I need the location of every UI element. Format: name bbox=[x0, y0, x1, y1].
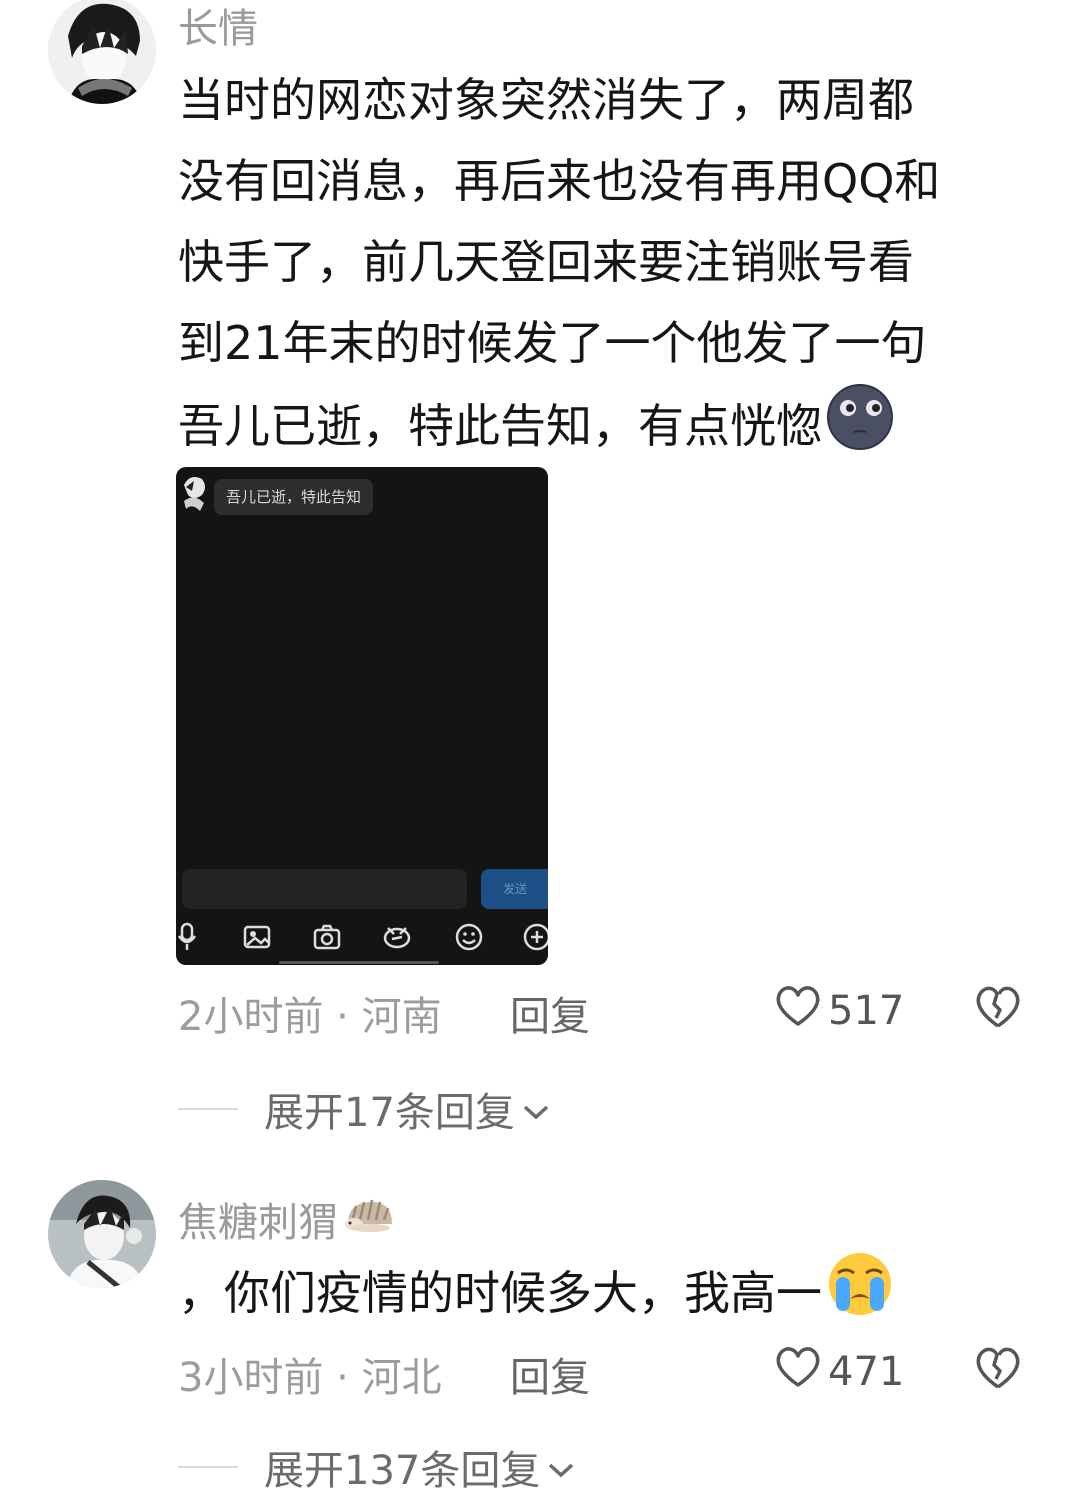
comment-text: ，你们疫情的时候多大，我高一 bbox=[178, 1251, 1038, 1342]
like-count: 471 bbox=[828, 1349, 905, 1395]
comment-line: 没有回消息，再后来也没有再用QQ和 bbox=[178, 154, 941, 208]
chevron-down-icon bbox=[546, 1444, 576, 1490]
like-button[interactable]: 471 bbox=[774, 1345, 904, 1399]
comment-image[interactable]: 吾儿已逝，特此告知 发送 bbox=[176, 467, 548, 965]
camera-icon bbox=[312, 922, 342, 956]
expand-replies-label: 展开17条回复 bbox=[264, 1090, 515, 1136]
expand-replies-label: 展开137条回复 bbox=[264, 1448, 541, 1494]
new-moon-face-icon bbox=[824, 384, 896, 475]
dislike-button[interactable] bbox=[974, 1345, 1022, 1395]
emoji-icon bbox=[454, 922, 484, 956]
chat-toolbar bbox=[176, 922, 548, 956]
microphone-icon bbox=[176, 922, 198, 956]
reply-button[interactable]: 回复 bbox=[510, 1345, 590, 1403]
hedgehog-icon bbox=[342, 1194, 396, 1244]
heart-icon bbox=[774, 1345, 822, 1399]
like-button[interactable]: 517 bbox=[774, 984, 904, 1038]
avatar[interactable] bbox=[48, 1180, 156, 1288]
chat-input bbox=[182, 869, 467, 909]
divider bbox=[178, 1466, 238, 1468]
comment-line: 快手了，前几天登回来要注销账号看 bbox=[178, 235, 914, 289]
plus-icon bbox=[522, 922, 548, 956]
expand-replies-button[interactable]: 展开17条回复 bbox=[178, 1080, 551, 1138]
chevron-down-icon bbox=[521, 1086, 551, 1132]
username[interactable]: 焦糖刺猬 bbox=[178, 1190, 396, 1248]
broken-heart-icon bbox=[976, 986, 1020, 1028]
like-count: 517 bbox=[828, 988, 905, 1034]
comment-line: 吾儿已逝，特此告知，有点恍惚 bbox=[178, 384, 1038, 475]
home-indicator bbox=[279, 961, 439, 964]
username[interactable]: 长情 bbox=[178, 0, 258, 54]
chat-avatar-icon bbox=[184, 477, 205, 511]
comment-meta: 3小时前 · 河北 bbox=[178, 1355, 442, 1401]
broken-heart-icon bbox=[976, 1347, 1020, 1389]
divider bbox=[178, 1108, 238, 1110]
avatar[interactable] bbox=[48, 0, 156, 104]
reply-button[interactable]: 回复 bbox=[510, 984, 590, 1042]
expand-replies-button[interactable]: 展开137条回复 bbox=[178, 1438, 576, 1496]
username-text: 焦糖刺猬 bbox=[178, 1200, 338, 1246]
comment-line: 当时的网恋对象突然消失了，两周都 bbox=[178, 73, 914, 127]
comment-line: 到21年末的时候发了一个他发了一句 bbox=[178, 316, 927, 370]
red-packet-icon bbox=[382, 922, 412, 956]
comment-meta: 2小时前 · 河南 bbox=[178, 994, 442, 1040]
comment-text: 当时的网恋对象突然消失了，两周都 没有回消息，再后来也没有再用QQ和 快手了，前… bbox=[178, 60, 1038, 475]
comment-item: 长情 当时的网恋对象突然消失了，两周都 没有回消息，再后来也没有再用QQ和 快手… bbox=[0, 0, 1080, 1150]
image-icon bbox=[242, 922, 272, 956]
loudly-crying-face-icon bbox=[824, 1251, 896, 1342]
send-button: 发送 bbox=[481, 869, 548, 909]
comment-item: 焦糖刺猬 ，你们疫情的时候多大，我高一 3小时前 · 河北 回复 471 展开1… bbox=[0, 1170, 1080, 1494]
heart-icon bbox=[774, 984, 822, 1038]
dislike-button[interactable] bbox=[974, 984, 1022, 1034]
comment-line-text: 吾儿已逝，特此告知，有点恍惚 bbox=[178, 399, 822, 453]
comment-line-text: ，你们疫情的时候多大，我高一 bbox=[178, 1266, 822, 1320]
chat-message: 吾儿已逝，特此告知 bbox=[214, 479, 374, 515]
